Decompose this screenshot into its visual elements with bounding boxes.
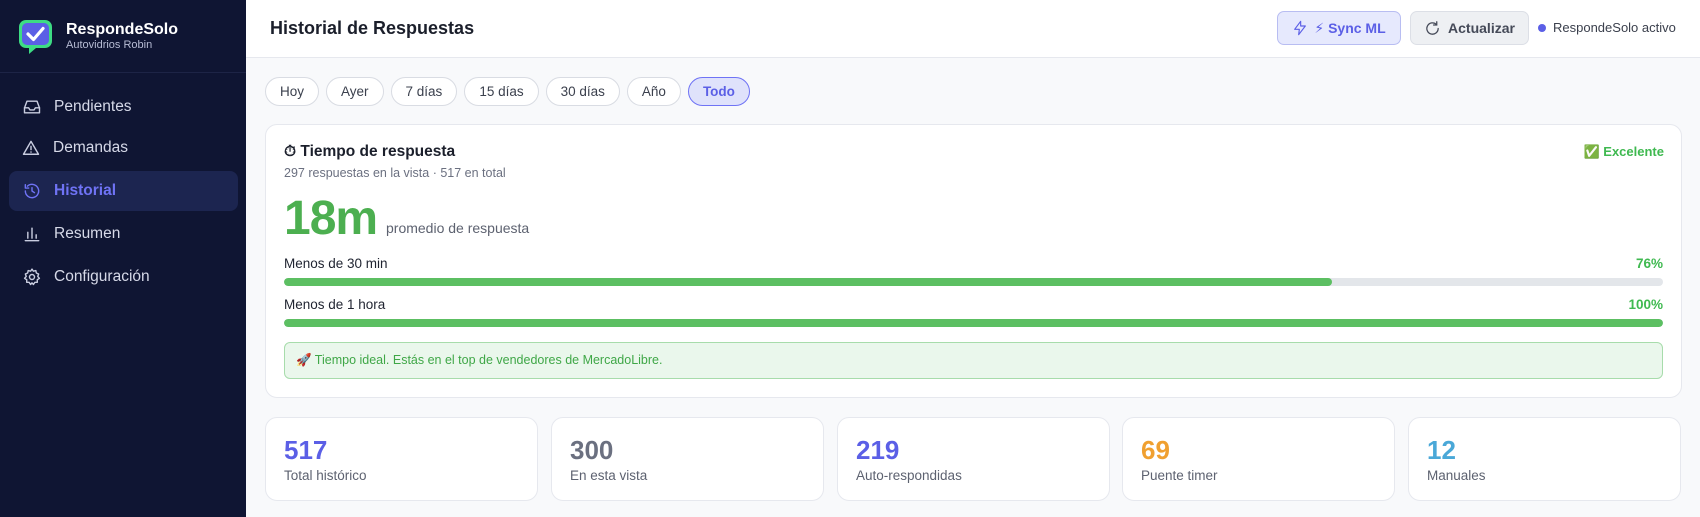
stat-value: 300	[570, 435, 614, 465]
stat-label: Auto-respondidas	[856, 468, 962, 483]
stat-card-auto-respondidas: 219 Auto-respondidas	[837, 417, 1110, 501]
update-label: Actualizar	[1448, 20, 1515, 36]
sidebar: RespondeSolo Autovidrios Robin Pendiente…	[0, 0, 246, 517]
sidebar-item-label: Configuración	[54, 268, 150, 285]
page-title: Historial de Respuestas	[270, 18, 475, 38]
stat-card-puente-timer: 69 Puente timer	[1122, 417, 1395, 501]
filter-ano[interactable]: Año	[626, 77, 681, 106]
logo-icon	[19, 19, 52, 54]
average-response-time: 18m	[284, 192, 378, 245]
lightning-icon	[1294, 20, 1307, 36]
tip-banner: 🚀 Tiempo ideal. Estás en el top de vende…	[284, 342, 1663, 379]
sidebar-item-pendientes[interactable]: Pendientes	[9, 87, 238, 127]
brand-name: RespondeSolo	[66, 20, 179, 38]
sidebar-item-label: Pendientes	[54, 98, 132, 115]
sidebar-item-label: Historial	[54, 182, 117, 199]
filter-30-dias[interactable]: 30 días	[545, 77, 620, 106]
progress-fill	[284, 278, 1333, 286]
filter-15-dias[interactable]: 15 días	[464, 77, 539, 106]
status-indicator: RespondeSolo activo	[1538, 20, 1676, 35]
sidebar-nav: Pendientes Demandas Historial Resumen Co…	[0, 73, 246, 297]
progress-under-1-hour: Menos de 1 hora 100%	[284, 297, 1663, 327]
sidebar-item-label: Resumen	[54, 225, 121, 242]
warning-triangle-icon	[21, 138, 41, 158]
progress-value: 76%	[1635, 256, 1663, 271]
sidebar-item-historial[interactable]: Historial	[9, 171, 238, 211]
stat-value: 12	[1427, 435, 1456, 465]
stat-card-en-esta-vista: 300 En esta vista	[551, 417, 824, 501]
filter-hoy[interactable]: Hoy	[265, 77, 320, 106]
progress-value: 100%	[1628, 297, 1663, 312]
stat-label: Puente timer	[1141, 468, 1218, 483]
stat-label: En esta vista	[570, 468, 648, 483]
brand: RespondeSolo Autovidrios Robin	[0, 0, 246, 73]
filter-todo[interactable]: Todo	[687, 77, 750, 106]
progress-under-30-min: Menos de 30 min 76%	[284, 256, 1663, 286]
status-label: RespondeSolo activo	[1553, 20, 1676, 35]
progress-track	[284, 278, 1663, 286]
date-filter-bar: Hoy Ayer 7 días 15 días 30 días Año Todo	[265, 77, 757, 106]
stat-card-manuales: 12 Manuales	[1408, 417, 1681, 501]
gear-icon	[22, 267, 42, 287]
update-button[interactable]: Actualizar	[1410, 11, 1529, 45]
status-badge: ✅ Excelente	[1583, 144, 1664, 159]
filter-ayer[interactable]: Ayer	[326, 77, 384, 106]
sync-ml-button[interactable]: ⚡ Sync ML	[1277, 11, 1401, 45]
progress-track	[284, 319, 1663, 327]
stat-card-total-historico: 517 Total histórico	[265, 417, 538, 501]
card-title: ⏱ Tiempo de respuesta	[284, 143, 456, 160]
brand-subtitle: Autovidrios Robin	[66, 38, 153, 51]
sidebar-item-demandas[interactable]: Demandas	[9, 128, 238, 168]
stat-label: Total histórico	[284, 468, 367, 483]
progress-fill	[284, 319, 1663, 327]
stat-value: 69	[1141, 435, 1170, 465]
stat-value: 517	[284, 435, 328, 465]
progress-label: Menos de 30 min	[284, 256, 388, 271]
sidebar-item-resumen[interactable]: Resumen	[9, 214, 238, 254]
stat-label: Manuales	[1427, 468, 1486, 483]
status-dot	[1538, 23, 1546, 32]
filter-7-dias[interactable]: 7 días	[390, 77, 458, 106]
response-time-card: ⏱ Tiempo de respuesta 297 respuestas en …	[265, 124, 1682, 398]
top-header: Historial de Respuestas ⚡ Sync ML Actual…	[246, 0, 1700, 58]
sidebar-item-configuracion[interactable]: Configuración	[9, 257, 238, 297]
bar-chart-icon	[22, 224, 42, 244]
inbox-icon	[22, 97, 42, 117]
sidebar-item-label: Demandas	[53, 139, 128, 156]
refresh-icon	[1426, 20, 1439, 35]
sync-ml-label: ⚡ Sync ML	[1314, 19, 1386, 36]
history-icon	[22, 181, 42, 201]
stat-value: 219	[856, 435, 900, 465]
progress-label: Menos de 1 hora	[284, 297, 386, 312]
card-subtitle: 297 respuestas en la vista · 517 en tota…	[284, 166, 506, 180]
average-label: promedio de respuesta	[386, 220, 530, 236]
